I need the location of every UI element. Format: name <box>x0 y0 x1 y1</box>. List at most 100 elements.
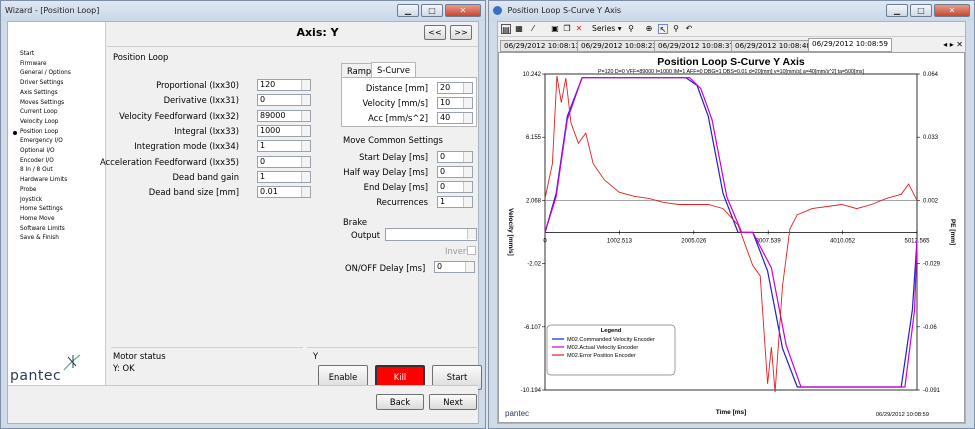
y-tick-label: 2.068 <box>526 198 542 204</box>
plot-window: Position Loop S-Curve Y Axis ▁ □ ✕ ▤ ▦ ⁄… <box>488 0 975 429</box>
param-label: Acceleration Feedforward (Ixx35) <box>99 156 239 167</box>
dataset-tab[interactable]: 06/29/2012 10:08:23 <box>577 40 661 52</box>
tab-nav-arrows[interactable]: ◂ ▸ ✕ <box>943 40 963 49</box>
param-label: Integration mode (Ixx34) <box>134 141 239 152</box>
zoom-icon[interactable]: ⊕ <box>644 24 654 34</box>
chevron-down-icon: ▼ <box>468 230 474 238</box>
s-curve-label: Acc [mm/s^2] <box>368 113 428 123</box>
grid-icon[interactable]: ▦ <box>514 24 524 34</box>
dataset-tab[interactable]: 06/29/2012 10:08:13 <box>500 40 584 52</box>
param-input[interactable]: 89000 <box>257 109 311 122</box>
prev-axis-button[interactable]: << <box>424 25 446 40</box>
wizard-step-item[interactable]: Hardware Limits <box>12 176 71 186</box>
tab-s-curve[interactable]: S-Curve <box>371 62 417 77</box>
wizard-step-item[interactable]: Driver Settings <box>12 79 71 89</box>
wizard-footer: Back Next <box>8 385 478 423</box>
plot-client: ▤ ▦ ⁄ ▣ ❐ ✕ Series ▾ ⚲ ⊕ ↖ ⚲ ↶ 06/29/201… <box>497 21 966 424</box>
wizard-step-item[interactable]: Moves Settings <box>12 99 71 109</box>
x-tick-label: 2005.026 <box>681 238 707 244</box>
motor-status-text: Y: OK <box>113 363 135 373</box>
chart-logo: pantec <box>505 409 529 418</box>
common-input[interactable]: 1 <box>437 196 473 208</box>
s-curve-input[interactable]: 40 <box>437 112 473 124</box>
next-axis-button[interactable]: >> <box>450 25 472 40</box>
wizard-step-item[interactable]: Start <box>12 50 71 60</box>
app-icon <box>493 6 502 15</box>
minimize-button[interactable]: ▁ <box>397 4 419 17</box>
plot-toolbar: ▤ ▦ ⁄ ▣ ❐ ✕ Series ▾ ⚲ ⊕ ↖ ⚲ ↶ <box>498 22 965 37</box>
section-title: Position Loop <box>113 52 169 62</box>
next-button[interactable]: Next <box>429 394 477 410</box>
wizard-step-item[interactable]: General / Options <box>12 69 71 79</box>
wizard-step-item[interactable]: Probe <box>12 186 71 196</box>
undo-icon[interactable]: ↶ <box>684 24 694 34</box>
wizard-step-item[interactable]: Optional I/O <box>12 147 71 157</box>
wizard-step-item[interactable]: Axis Settings <box>12 89 71 99</box>
param-input[interactable]: 0 <box>257 155 311 168</box>
save-icon[interactable]: ▣ <box>550 24 560 34</box>
dataset-tab[interactable]: 06/29/2012 10:08:37 <box>654 40 738 52</box>
y-tick-label: 10.242 <box>523 72 542 78</box>
wizard-step-item[interactable]: Velocity Loop <box>12 118 71 128</box>
param-input[interactable]: 0 <box>257 94 311 107</box>
maximize-button[interactable]: □ <box>421 4 443 17</box>
onoff-delay-input[interactable]: 0 <box>434 261 475 273</box>
invert-checkbox[interactable] <box>467 246 476 255</box>
minimize-button[interactable]: ▁ <box>886 4 908 17</box>
y-tick-label: -6.107 <box>524 325 542 331</box>
delete-icon[interactable]: ✕ <box>574 24 584 34</box>
y-axis-label: Velocity [mm/s] <box>507 208 514 256</box>
wizard-step-item[interactable]: Current Loop <box>12 108 71 118</box>
x-axis-label: Time [ms] <box>716 409 747 416</box>
wizard-step-item[interactable]: Position Loop <box>12 128 71 138</box>
close-button[interactable]: ✕ <box>934 4 970 17</box>
output-select[interactable]: ▼ <box>385 228 477 241</box>
pantec-logo: pantec <box>10 368 62 384</box>
axis-header: Axis: Y << >> <box>107 22 478 44</box>
plot-window-title: Position Loop S-Curve Y Axis <box>507 6 622 15</box>
wizard-step-item[interactable]: Emergency I/O <box>12 137 71 147</box>
param-input[interactable]: 1000 <box>257 124 311 137</box>
dataset-tab[interactable]: 06/29/2012 10:08:48 <box>731 40 815 52</box>
common-input[interactable]: 0 <box>437 166 473 178</box>
copy-icon[interactable]: ❐ <box>562 24 572 34</box>
search-icon[interactable]: ⚲ <box>626 24 636 34</box>
series-button[interactable]: Series ▾ <box>592 24 622 33</box>
wizard-step-item[interactable]: Software Limits <box>12 225 71 235</box>
maximize-button[interactable]: □ <box>910 4 932 17</box>
wizard-step-item[interactable]: Save & Finish <box>12 234 71 244</box>
back-button[interactable]: Back <box>376 394 424 410</box>
param-input[interactable]: 120 <box>257 79 311 91</box>
chart-icon[interactable]: ▤ <box>501 24 511 34</box>
param-input[interactable]: 1 <box>257 140 311 153</box>
close-button[interactable]: ✕ <box>445 4 481 17</box>
s-curve-input[interactable]: 20 <box>437 82 473 94</box>
line-icon[interactable]: ⁄ <box>528 24 538 34</box>
plot-title-bar: Position Loop S-Curve Y Axis ▁ □ ✕ <box>489 1 974 21</box>
wizard-step-item[interactable]: Firmware <box>12 60 71 70</box>
dataset-tab[interactable]: 06/29/2012 10:08:59 <box>808 38 892 52</box>
legend-entry: M02.Error Position Encoder <box>567 353 636 359</box>
invert-label: Invert <box>445 246 470 256</box>
s-curve-input[interactable]: 10 <box>437 97 473 109</box>
param-label: Derivative (Ixx31) <box>163 95 239 106</box>
pointer-icon[interactable]: ↖ <box>658 24 668 34</box>
y2-tick-label: 0.002 <box>923 198 939 204</box>
param-label: Integral (Ixx33) <box>174 125 239 136</box>
wizard-step-item[interactable]: 8 In / 8 Out <box>12 166 71 176</box>
zoom-out-icon[interactable]: ⚲ <box>671 24 681 34</box>
wizard-step-item[interactable]: Joystick <box>12 196 71 206</box>
velocity-chart[interactable]: Position Loop S-Curve Y AxisP=120 D=0 VF… <box>499 53 962 422</box>
wizard-step-item[interactable]: Home Move <box>12 215 71 225</box>
common-input[interactable]: 0 <box>437 181 473 193</box>
common-input[interactable]: 0 <box>437 151 473 163</box>
s-curve-label: Distance [mm] <box>365 83 428 93</box>
param-input[interactable]: 0.01 <box>257 186 311 199</box>
wizard-step-item[interactable]: Encoder I/O <box>12 157 71 167</box>
wizard-step-item[interactable]: Home Settings <box>12 205 71 215</box>
y2-tick-label: 0.064 <box>923 72 939 78</box>
y2-tick-label: 0.033 <box>923 135 939 141</box>
y2-axis-label: PE [mm] <box>949 219 956 245</box>
axis-control-title: Y <box>313 351 319 361</box>
param-input[interactable]: 1 <box>257 170 311 183</box>
